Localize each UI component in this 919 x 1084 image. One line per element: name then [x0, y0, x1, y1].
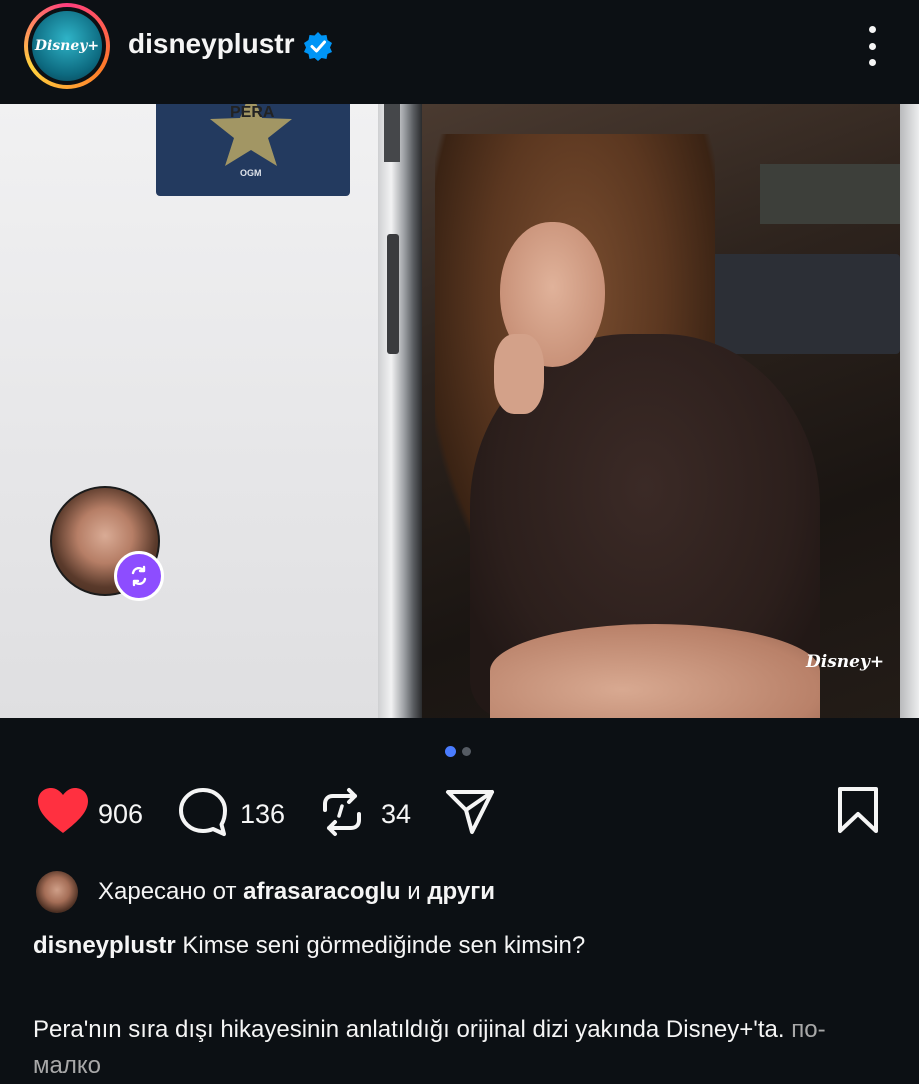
comment-icon[interactable] [177, 786, 229, 838]
poster-logo: OGM [240, 168, 262, 178]
more-dot [868, 42, 876, 50]
liked-by-others[interactable]: други [427, 878, 495, 905]
liker-avatar[interactable] [36, 871, 78, 913]
trailer-wall [0, 104, 385, 718]
liked-by-conj: и [407, 878, 421, 905]
verified-badge-icon [304, 32, 332, 61]
interior-shelf [760, 164, 900, 224]
interior-box [710, 254, 900, 354]
action-bar: 906 136 34 [0, 786, 919, 844]
disney-watermark: Disney+ [806, 652, 885, 672]
more-dot [868, 59, 876, 66]
repost-icon[interactable] [319, 786, 365, 838]
pera-poster: PERA OGM [156, 104, 350, 196]
profile-avatar[interactable]: Disney+ [24, 3, 110, 89]
disney-logo: Disney+ [32, 11, 102, 81]
liked-by-prefix: Харесано от [98, 878, 237, 905]
comment-count[interactable]: 136 [240, 799, 285, 830]
avatar-inner: Disney+ [28, 7, 106, 85]
door-handle [387, 234, 399, 354]
repost-count[interactable]: 34 [381, 799, 411, 830]
more-dot [868, 26, 876, 33]
post-caption: disneyplustr Kimse seni görmediğinde sen… [33, 928, 893, 1084]
more-vertical-icon[interactable] [860, 26, 884, 66]
heart-icon[interactable] [36, 786, 90, 836]
liked-by-row[interactable]: Харесано от afrasaracoglu и други [36, 870, 495, 914]
liker-username[interactable]: afrasaracoglu [243, 878, 400, 905]
door-hinge [384, 104, 400, 162]
like-count[interactable]: 906 [98, 799, 143, 830]
carousel-indicator [445, 746, 471, 757]
poster-title: PERA [230, 104, 275, 121]
share-icon[interactable] [444, 786, 496, 836]
post-username[interactable]: disneyplustr [128, 28, 294, 60]
carousel-dot-active [445, 746, 456, 757]
woman-hand [494, 334, 544, 414]
bookmark-icon[interactable] [836, 786, 880, 834]
caption-username[interactable]: disneyplustr [33, 932, 176, 959]
caption-line-1: Kimse seni görmediğinde sen kimsin? [182, 932, 586, 959]
post-image[interactable]: PERA OGM Disney+ [0, 104, 919, 718]
right-door-edge [900, 104, 919, 718]
woman-legs [490, 624, 820, 718]
liked-by-text: Харесано от afrasaracoglu и други [98, 878, 495, 906]
caption-line-2: Pera'nın sıra dışı hikayesinin anlatıldı… [33, 1016, 785, 1043]
repost-badge-icon [131, 565, 147, 587]
repost-badge[interactable] [114, 551, 164, 601]
door-frame [378, 104, 422, 718]
post-header: Disney+ disneyplustr [0, 0, 919, 104]
carousel-dot [462, 747, 471, 756]
